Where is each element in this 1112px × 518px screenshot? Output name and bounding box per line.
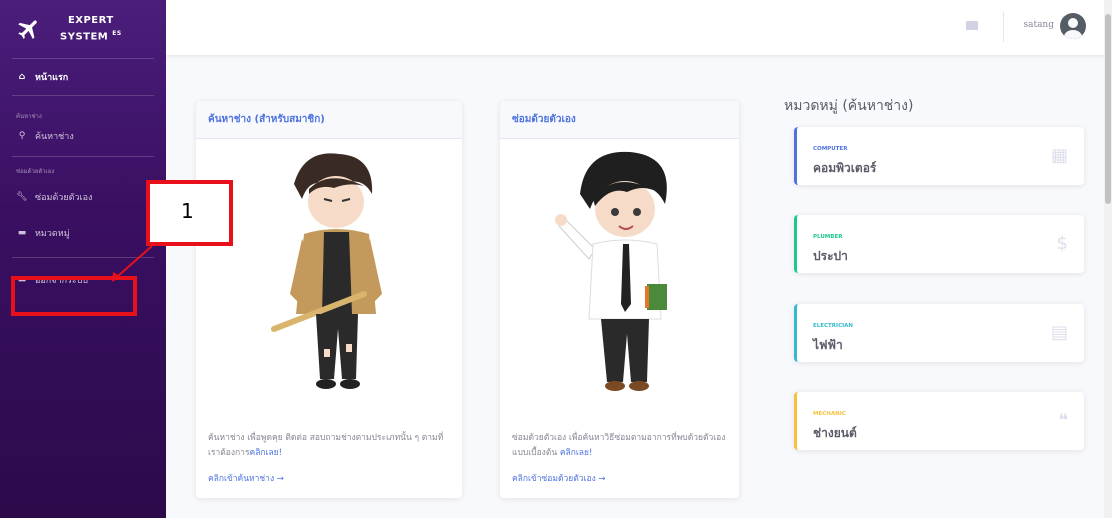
- sidebar-item-label: ค้นหาช่าง: [35, 132, 74, 142]
- sidebar: EXPERT SYSTEM ES ⌂ หน้าแรก ค้นหาช่าง ⚲ ค…: [0, 0, 166, 518]
- sidebar-heading: ซ่อมด้วยตัวเอง: [16, 168, 55, 175]
- topbar-divider: [1003, 12, 1004, 42]
- click-now-link[interactable]: คลิกเลย!: [560, 448, 593, 458]
- sidebar-item-search-tech[interactable]: ⚲ ค้นหาช่าง: [0, 124, 166, 148]
- sidebar-item-home[interactable]: ⌂ หน้าแรก: [0, 59, 166, 95]
- card-title: ซ่อมด้วยตัวเอง: [500, 101, 739, 139]
- scrollbar[interactable]: [1104, 0, 1112, 518]
- category-label: MECHANIC: [813, 411, 846, 417]
- category-label: PLUMBER: [813, 234, 843, 240]
- card-description-text: ค้นหาช่าง เพื่อพูดคุย ติดต่อ สอบถามช่างต…: [208, 433, 444, 458]
- sidebar-item-label: หน้าแรก: [35, 73, 69, 83]
- character-illustration: [554, 151, 667, 391]
- brand-line1: EXPERT: [67, 15, 114, 27]
- avatar[interactable]: [1060, 13, 1086, 39]
- category-name: ไฟฟ้า: [813, 338, 843, 352]
- technician-illustration: [196, 139, 462, 409]
- self-repair-illustration: [500, 139, 739, 409]
- sidebar-item-label: หมวดหมู่: [35, 229, 70, 239]
- sidebar-item-categories[interactable]: ▬ หมวดหมู่: [0, 215, 166, 251]
- mail-icon[interactable]: [966, 21, 978, 30]
- search-icon: ⚲: [18, 131, 26, 141]
- folder-icon: ▬: [17, 228, 27, 238]
- search-tech-card: ค้นหาช่าง (สำหรับสมาชิก) ค้นหาช่าง เพื่อ…: [196, 101, 462, 498]
- category-name: ประปา: [813, 249, 848, 263]
- search-tech-link[interactable]: คลิกเข้าค้นหาช่าง →: [196, 471, 462, 485]
- brand[interactable]: EXPERT SYSTEM ES: [0, 0, 166, 58]
- click-now-link[interactable]: คลิกเลย!: [250, 448, 283, 458]
- sidebar-item-self-repair[interactable]: 🔧︎ ซ่อมด้วยตัวเอง: [0, 179, 166, 215]
- topbar: satang: [166, 0, 1104, 55]
- category-label: COMPUTER: [813, 146, 848, 152]
- category-label: ELECTRICIAN: [813, 323, 854, 329]
- sidebar-item-label: ซ่อมด้วยตัวเอง: [35, 193, 93, 203]
- self-repair-card: ซ่อมด้วยตัวเอง ซ่อมด้วยตัวเอง เพื่อค้นหา…: [500, 101, 739, 498]
- scrollbar-thumb[interactable]: [1105, 14, 1111, 204]
- clipboard-icon: ▤: [1050, 322, 1068, 343]
- category-plumber[interactable]: PLUMBER ประปา $: [794, 215, 1084, 273]
- category-mechanic[interactable]: MECHANIC ช่างยนต์ ❝: [794, 392, 1084, 450]
- wrench-icon: 🔧︎: [16, 192, 28, 202]
- sidebar-heading: ค้นหาช่าง: [16, 113, 42, 120]
- card-title: ค้นหาช่าง (สำหรับสมาชิก): [196, 101, 462, 139]
- brand-text: EXPERT SYSTEM ES: [60, 14, 122, 43]
- comments-icon: ❝: [1058, 410, 1068, 431]
- annotation-highlight-logout: [11, 276, 137, 316]
- category-name: คอมพิวเตอร์: [813, 161, 877, 175]
- categories-title: หมวดหมู่ (ค้นหาช่าง): [784, 98, 914, 114]
- category-electrician[interactable]: ELECTRICIAN ไฟฟ้า ▤: [794, 304, 1084, 362]
- dollar-icon: $: [1056, 233, 1068, 254]
- category-computer[interactable]: COMPUTER คอมพิวเตอร์ ▦: [794, 127, 1084, 185]
- card-description: ค้นหาช่าง เพื่อพูดคุย ติดต่อ สอบถามช่างต…: [196, 431, 462, 461]
- card-description-text: ซ่อมด้วยตัวเอง เพื่อค้นหาวิธีซ่อมตามอากา…: [512, 433, 726, 458]
- brand-sup: ES: [112, 30, 122, 38]
- self-repair-link[interactable]: คลิกเข้าซ่อมด้วยตัวเอง →: [500, 471, 739, 485]
- plane-icon: [18, 20, 37, 39]
- category-name: ช่างยนต์: [813, 426, 857, 440]
- calendar-icon: ▦: [1050, 145, 1068, 166]
- username[interactable]: satang: [1023, 20, 1054, 30]
- card-description: ซ่อมด้วยตัวเอง เพื่อค้นหาวิธีซ่อมตามอากา…: [500, 431, 739, 461]
- annotation-number: 1: [181, 199, 194, 223]
- character-illustration: [271, 153, 382, 389]
- brand-line2: SYSTEM: [60, 31, 109, 43]
- home-icon: ⌂: [18, 72, 26, 82]
